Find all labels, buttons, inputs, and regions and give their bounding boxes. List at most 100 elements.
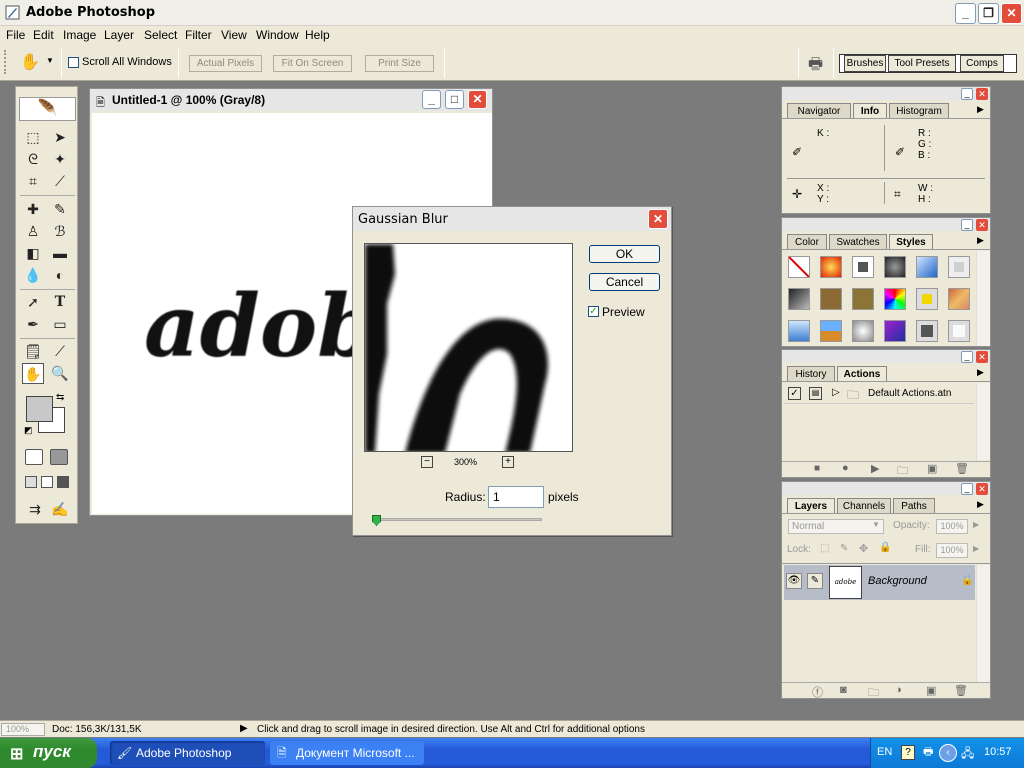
stop-icon[interactable]: ■ [814,463,820,474]
tab-paths[interactable]: Paths [893,498,935,513]
eyedropper-icon[interactable]: ✐ [792,145,802,159]
trash-icon[interactable]: 🗑 [955,462,969,475]
style-none-swatch[interactable] [788,256,810,278]
panel-close-button[interactable]: ✕ [976,483,988,495]
tray-expand-icon[interactable]: ‹ [939,744,957,762]
hand-tool-icon[interactable]: ✋ [22,363,44,384]
layers-scrollbar[interactable] [976,565,990,682]
well-tab-brushes[interactable]: Brushes [844,55,886,72]
options-grip[interactable] [4,50,7,74]
screen-mode-full-menu-icon[interactable] [41,476,53,488]
fill-arrow-icon[interactable]: ▶ [973,544,979,553]
style-swatch[interactable] [884,256,906,278]
panel-menu-arrow-icon[interactable]: ▶ [977,499,984,510]
language-indicator[interactable]: EN [877,746,892,758]
style-swatch[interactable] [884,288,906,310]
panel-menu-arrow-icon[interactable]: ▶ [977,104,984,115]
new-set-folder-icon[interactable]: 🗀 [897,462,908,481]
zoom-in-icon[interactable]: + [502,456,514,468]
actual-pixels-button[interactable]: Actual Pixels [189,55,262,72]
zoom-level-field[interactable]: 100% [1,723,45,736]
dodge-tool-icon[interactable]: ◐ [49,265,71,286]
document-minimize-button[interactable]: _ [422,90,441,109]
action-toggle-checkbox[interactable]: ✓ [788,387,801,400]
scroll-all-windows-checkbox[interactable] [68,57,79,68]
style-swatch[interactable] [852,288,874,310]
menu-image[interactable]: Image [63,28,96,42]
document-maximize-button[interactable]: □ [445,90,464,109]
marquee-tool-icon[interactable]: ⬚ [22,127,44,148]
printer-tray-icon[interactable]: 🖶 [923,743,933,762]
eye-icon[interactable]: 👁 [786,573,802,589]
trash-icon[interactable]: 🗑 [954,684,968,697]
well-tab-comps[interactable]: Comps [960,55,1004,72]
healing-brush-tool-icon[interactable]: ✚ [22,199,44,220]
adjustment-layer-icon[interactable]: ◑ [895,684,902,696]
pen-tool-icon[interactable]: ✒ [22,314,44,335]
lock-image-icon[interactable]: ✎ [840,543,848,554]
default-colors-icon[interactable]: ◩ [24,425,33,436]
shape-tool-icon[interactable]: ▭ [49,314,71,335]
jump-to-imageready-icon[interactable]: ⇉ [24,499,46,520]
eraser-tool-icon[interactable]: ◧ [22,243,44,264]
dialog-title-bar[interactable]: Gaussian Blur ✕ [353,207,671,231]
new-action-icon[interactable]: ▣ [927,462,937,475]
opacity-arrow-icon[interactable]: ▶ [973,520,979,529]
radius-slider-thumb[interactable] [372,515,381,526]
eyedropper-icon[interactable]: ✐ [895,145,905,159]
dialog-toggle-icon[interactable]: ▤ [809,387,822,400]
blur-tool-icon[interactable]: 💧 [22,265,44,286]
style-swatch[interactable] [948,320,970,342]
style-swatch[interactable] [948,288,970,310]
panel-menu-arrow-icon[interactable]: ▶ [977,367,984,378]
layer-row[interactable]: 👁 ✎ adobe Background 🔒 [784,565,975,600]
panel-menu-arrow-icon[interactable]: ▶ [977,235,984,246]
close-button[interactable]: ✕ [1001,3,1022,24]
network-icon[interactable]: 🖧 [961,744,974,765]
radius-slider-track[interactable] [374,518,542,521]
expand-triangle-icon[interactable]: ▷ [832,387,840,398]
screen-mode-standard-icon[interactable] [25,476,37,488]
quick-mask-mode-icon[interactable] [50,449,68,465]
history-brush-tool-icon[interactable]: ℬ [49,221,71,242]
tab-styles[interactable]: Styles [889,234,933,249]
fit-on-screen-button[interactable]: Fit On Screen [273,55,352,72]
gradient-tool-icon[interactable]: ▬ [49,243,71,264]
style-swatch[interactable] [916,288,938,310]
tab-layers[interactable]: Layers [787,498,835,513]
swap-colors-icon[interactable]: ⇆ [56,392,64,403]
style-swatch[interactable] [788,288,810,310]
menu-edit[interactable]: Edit [33,28,54,42]
style-swatch[interactable] [916,320,938,342]
tab-swatches[interactable]: Swatches [829,234,887,249]
zoom-tool-icon[interactable]: 🔍 [49,363,71,384]
layer-style-icon[interactable]: ⓕ [812,684,823,700]
document-title-bar[interactable]: 🗎 Untitled-1 @ 100% (Gray/8) _ □ ✕ [90,89,492,111]
record-icon[interactable]: ● [842,462,849,474]
imageready-icon[interactable]: ✍ [49,499,71,520]
menu-filter[interactable]: Filter [185,28,212,42]
panel-close-button[interactable]: ✕ [976,88,988,100]
standard-mode-icon[interactable] [25,449,43,465]
tab-channels[interactable]: Channels [837,498,891,513]
clone-stamp-tool-icon[interactable]: ♙ [22,221,44,242]
ok-button[interactable]: OK [589,245,660,263]
brush-link-icon[interactable]: ✎ [807,573,823,589]
tab-actions[interactable]: Actions [837,366,887,381]
style-swatch[interactable] [820,288,842,310]
tab-histogram[interactable]: Histogram [889,103,949,118]
move-tool-icon[interactable]: ➤ [49,127,71,148]
restore-button[interactable]: ❐ [978,3,999,24]
screen-mode-full-icon[interactable] [57,476,69,488]
help-icon[interactable]: ? [901,745,915,760]
minimize-button[interactable]: _ [955,3,976,24]
task-photoshop[interactable]: 🖌 Adobe Photoshop [110,741,265,765]
notes-tool-icon[interactable]: 🗒 [22,341,44,362]
status-menu-arrow-icon[interactable]: ▶ [240,723,248,734]
style-swatch[interactable] [884,320,906,342]
hand-tool-preset-icon[interactable]: ✋ [20,52,40,72]
actions-scrollbar[interactable] [976,383,990,460]
panel-minimize-button[interactable]: _ [961,351,973,363]
tab-color[interactable]: Color [787,234,827,249]
zoom-out-icon[interactable]: − [421,456,433,468]
